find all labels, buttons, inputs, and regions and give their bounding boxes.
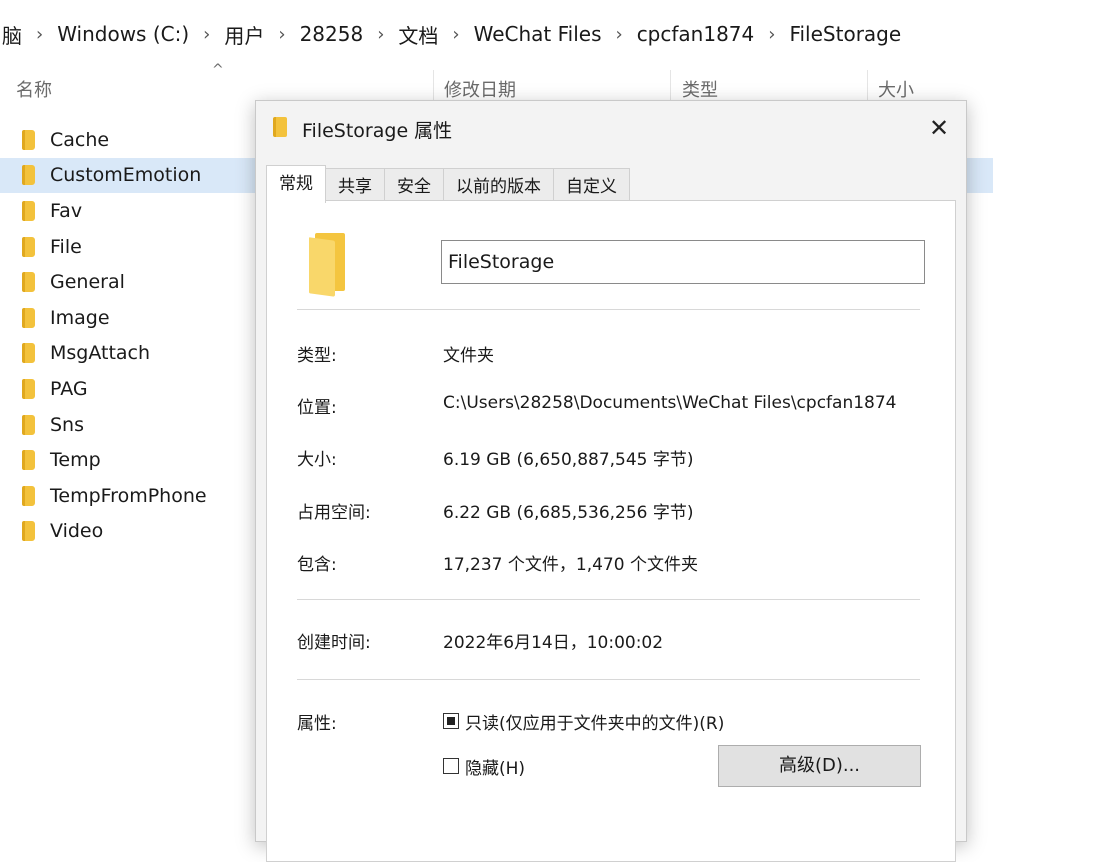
file-row[interactable]: MsgAttach [0,336,255,372]
tab-general[interactable]: 常规 [266,165,326,203]
chevron-right-icon[interactable]: › [615,24,622,45]
properties-dialog: FileStorage 属性 ✕ 常规 共享 安全 以前的版本 自定义 类型: … [255,100,967,862]
readonly-label[interactable]: 只读(仅应用于文件夹中的文件)(R) [465,709,724,734]
divider [297,679,920,680]
folder-icon [22,129,35,150]
file-name: TempFromPhone [50,484,207,507]
column-header-name[interactable]: 名称 [16,76,52,106]
file-row[interactable]: TempFromPhone [0,478,255,514]
breadcrumb-item[interactable]: WeChat Files [474,22,602,46]
chevron-right-icon[interactable]: › [36,24,43,45]
contains-label: 包含: [297,555,337,575]
breadcrumb-item[interactable]: 文档 [398,20,438,49]
location-value: C:\Users\28258\Documents\WeChat Files\cp… [443,393,897,413]
folder-icon [22,307,35,328]
file-name: Video [50,520,104,543]
file-name: File [50,235,82,258]
created-label: 创建时间: [297,633,371,653]
folder-icon [22,485,35,506]
file-row[interactable]: File [0,229,255,265]
file-name: Cache [50,128,110,151]
file-name: Temp [50,449,101,472]
folder-icon [22,236,35,257]
general-panel: 类型: 文件夹 位置: C:\Users\28258\Documents\WeC… [266,200,956,862]
dialog-title: FileStorage 属性 [302,120,453,142]
tab-sharing[interactable]: 共享 [325,168,385,203]
breadcrumb: 脑 › Windows (C:) › 用户 › 28258 › 文档 › WeC… [0,0,1108,68]
chevron-right-icon[interactable]: › [452,24,459,45]
breadcrumb-item[interactable]: FileStorage [789,22,901,46]
folder-icon [22,378,35,399]
hidden-label[interactable]: 隐藏(H) [465,754,525,779]
chevron-right-icon[interactable]: › [377,24,384,45]
file-row[interactable]: Sns [0,407,255,443]
folder-icon [22,414,35,435]
file-row[interactable]: Temp [0,442,255,478]
tab-security[interactable]: 安全 [384,168,444,203]
folder-name-input[interactable] [441,240,925,284]
folder-icon [22,165,35,186]
type-label: 类型: [297,346,337,366]
dialog-titlebar[interactable]: FileStorage 属性 ✕ [256,101,966,157]
file-row-selected[interactable]: CustomEmotion [0,157,255,194]
size-on-disk-label: 占用空间: [297,503,371,523]
tab-previous-versions[interactable]: 以前的版本 [443,168,554,203]
folder-icon [309,233,345,297]
size-on-disk-value: 6.22 GB (6,685,536,256 字节) [443,503,694,523]
file-row[interactable]: Cache [0,122,255,158]
file-row[interactable]: General [0,264,255,300]
tab-bar: 常规 共享 安全 以前的版本 自定义 [266,165,630,203]
folder-icon [22,521,35,542]
folder-icon [22,200,35,221]
breadcrumb-item[interactable]: 用户 [224,20,264,49]
breadcrumb-item[interactable]: cpcfan1874 [637,22,755,46]
breadcrumb-item[interactable]: Windows (C:) [57,22,189,46]
file-name: MsgAttach [50,342,151,365]
size-label: 大小: [297,450,337,470]
chevron-right-icon[interactable]: › [768,24,775,45]
chevron-right-icon[interactable]: › [278,24,285,45]
size-value: 6.19 GB (6,650,887,545 字节) [443,450,694,470]
file-name: PAG [50,377,88,400]
file-row[interactable]: Video [0,514,255,550]
folder-icon [22,343,35,364]
attributes-label: 属性: [297,714,337,734]
hidden-checkbox[interactable] [443,758,459,774]
close-icon[interactable]: ✕ [922,111,956,145]
file-row[interactable]: PAG [0,371,255,407]
location-label: 位置: [297,398,337,418]
sort-ascending-icon: ^ [212,62,224,78]
file-row[interactable]: Fav [0,193,255,229]
tab-customize[interactable]: 自定义 [553,168,630,203]
file-name: Image [50,306,110,329]
file-name: Fav [50,199,83,222]
divider [297,599,920,600]
breadcrumb-item[interactable]: 28258 [300,22,364,46]
file-row[interactable]: Image [0,300,255,336]
file-list: Cache CustomEmotion Fav File General Ima… [0,122,255,549]
selection-highlight [965,158,993,193]
contains-value: 17,237 个文件，1,470 个文件夹 [443,555,698,575]
advanced-button[interactable]: 高级(D)... [718,745,921,787]
chevron-right-icon[interactable]: › [203,24,210,45]
file-name: General [50,271,125,294]
file-name: Sns [50,413,85,436]
divider [297,309,920,310]
file-name: CustomEmotion [50,164,202,187]
readonly-checkbox[interactable] [443,713,459,729]
folder-icon [22,450,35,471]
created-value: 2022年6月14日，10:00:02 [443,633,664,653]
type-value: 文件夹 [443,346,494,366]
folder-icon [273,117,287,137]
folder-icon [22,272,35,293]
breadcrumb-item[interactable]: 脑 [2,20,22,49]
